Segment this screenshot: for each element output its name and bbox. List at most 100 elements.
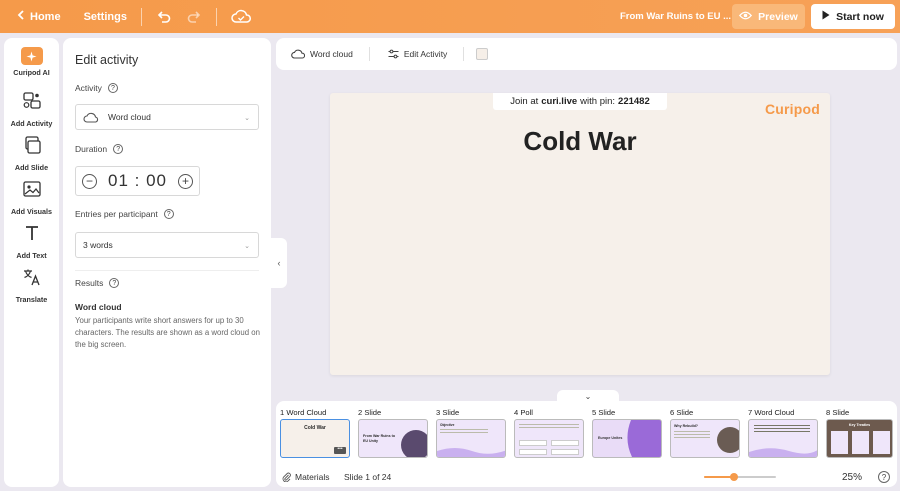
home-button[interactable]: Home: [17, 10, 61, 23]
slide-thumbnail[interactable]: 8 Slide Key Treaties: [826, 408, 893, 458]
thumb-lines: [674, 431, 710, 432]
chevron-down-icon: ⌄: [244, 115, 250, 122]
edit-activity-label: Edit Activity: [403, 49, 448, 59]
materials-label: Materials: [295, 472, 330, 482]
thumbnail-preview: Why Rebuild?: [670, 419, 740, 458]
entries-value: 3 words: [83, 240, 113, 250]
slide-thumbnail[interactable]: 6 Slide Why Rebuild?: [670, 408, 740, 458]
slide-thumbnail[interactable]: 5 Slide Europe Unites: [592, 408, 662, 458]
slide-thumbnail[interactable]: 4 Poll: [514, 408, 584, 458]
thumb-caption: Europe Unites: [598, 436, 623, 440]
edit-activity-button[interactable]: Edit Activity: [388, 49, 447, 59]
presentation-title[interactable]: From War Ruins to EU ...: [620, 11, 731, 22]
slide-thumbnail[interactable]: 1 Word Cloud Cold War •••: [280, 408, 350, 458]
rail-item-translate[interactable]: Translate: [4, 267, 59, 304]
rail-item-add-activity[interactable]: Add Activity: [4, 91, 59, 128]
rail-item-curipod-ai[interactable]: Curipod AI: [4, 47, 59, 77]
rail-label: Curipod AI: [13, 68, 50, 77]
zoom-slider[interactable]: [704, 473, 776, 481]
undo-icon[interactable]: [156, 9, 172, 25]
redo-icon[interactable]: [186, 9, 202, 25]
slide-canvas[interactable]: Join at curi.live with pin: 221482 Curip…: [330, 93, 830, 375]
thumb-lines: [440, 429, 488, 430]
slide-thumbnail[interactable]: 7 Word Cloud: [748, 408, 818, 458]
curipod-logo: Curipod: [764, 101, 820, 117]
slide-title[interactable]: Cold War: [330, 126, 830, 157]
duration-seconds[interactable]: 00: [146, 171, 167, 190]
cloud-icon: [291, 49, 305, 59]
zoom-slider-handle[interactable]: [730, 473, 739, 481]
help-icon[interactable]: ?: [113, 144, 124, 154]
thumb-lines: [754, 425, 810, 426]
sparkle-icon: [20, 47, 43, 65]
join-prefix: Join at: [510, 96, 539, 107]
thumb-caption: From War Ruins to EU Unity: [363, 434, 396, 443]
help-icon[interactable]: ?: [109, 278, 120, 288]
thumb-image: [401, 430, 427, 457]
join-banner: Join at curi.live with pin: 221482: [493, 93, 667, 110]
start-now-button[interactable]: Start now: [811, 4, 895, 29]
divider: [368, 47, 370, 61]
thumbnail-preview: Cold War •••: [280, 419, 350, 458]
divider: [75, 270, 259, 271]
thumbnail-label: 8 Slide: [826, 408, 850, 417]
thumb-image: [717, 427, 739, 453]
thumbnail-label: 2 Slide: [358, 408, 382, 417]
thumb-caption: Cold War: [304, 425, 326, 431]
plus-icon[interactable]: +: [178, 173, 193, 189]
thumb-card: [873, 431, 890, 454]
duration-value[interactable]: 01 : 00: [108, 171, 167, 191]
thumbnail-label: 1 Word Cloud: [280, 408, 327, 417]
translate-icon: [22, 267, 42, 292]
results-title: Word cloud: [75, 302, 122, 312]
entries-select[interactable]: 3 words ⌄: [75, 232, 259, 258]
help-icon[interactable]: ?: [163, 209, 174, 219]
divider: [140, 7, 142, 26]
settings-button[interactable]: Settings: [84, 11, 127, 23]
collapse-panel-button[interactable]: ‹: [271, 238, 287, 288]
image-icon: [22, 179, 42, 204]
chevron-down-icon: ⌄: [584, 391, 592, 401]
play-icon: [822, 10, 830, 23]
preview-label: Preview: [758, 10, 798, 23]
thumb-caption: Objective: [440, 423, 455, 427]
colon: :: [134, 171, 147, 190]
rail-item-add-visuals[interactable]: Add Visuals: [4, 179, 59, 216]
thumb-option: [551, 440, 579, 446]
activity-value: Word cloud: [108, 112, 151, 122]
more-icon[interactable]: •••: [334, 447, 346, 454]
word-cloud-label: Word cloud: [310, 49, 353, 59]
filmstrip-footer: Materials Slide 1 of 24 25% ?: [276, 469, 897, 485]
join-pin: 221482: [618, 96, 650, 107]
cloud-saved-icon[interactable]: [231, 9, 253, 25]
chevron-left-icon: [17, 10, 25, 23]
results-label: Results: [75, 278, 104, 288]
materials-button[interactable]: Materials: [282, 472, 329, 482]
help-icon[interactable]: ?: [878, 471, 890, 483]
word-cloud-button[interactable]: Word cloud: [291, 49, 353, 59]
thumb-card: [831, 431, 848, 454]
rail-item-add-slide[interactable]: Add Slide: [4, 135, 59, 172]
rail-item-add-text[interactable]: Add Text: [4, 223, 59, 260]
background-color-swatch[interactable]: [476, 48, 489, 60]
home-label: Home: [30, 10, 61, 23]
slide-filmstrip: 1 Word Cloud Cold War ••• 2 Slide From War R…: [276, 401, 897, 487]
thumb-lines: [519, 424, 579, 425]
rail-label: Add Text: [16, 251, 47, 260]
activity-icon: [22, 91, 42, 116]
slide-thumbnail[interactable]: 3 Slide Objective: [436, 408, 506, 458]
slide-thumbnail[interactable]: 2 Slide From War Ruins to EU Unity: [358, 408, 428, 458]
entries-section-label: Entries per participant ?: [75, 209, 174, 219]
join-mid: with pin:: [580, 96, 616, 107]
help-icon[interactable]: ?: [107, 83, 118, 93]
thumb-option: [551, 449, 579, 455]
activity-select[interactable]: Word cloud ⌄: [75, 104, 259, 130]
tool-rail: Curipod AI Add Activity Add Slide Add Vi…: [4, 38, 59, 487]
minus-icon[interactable]: −: [82, 173, 97, 189]
preview-button[interactable]: Preview: [732, 4, 805, 29]
results-section-label: Results ?: [75, 278, 120, 288]
duration-minutes[interactable]: 01: [108, 171, 129, 190]
sliders-icon: [388, 49, 399, 59]
thumbnail-preview: Europe Unites: [592, 419, 662, 458]
thumbnail-preview: [748, 419, 818, 458]
